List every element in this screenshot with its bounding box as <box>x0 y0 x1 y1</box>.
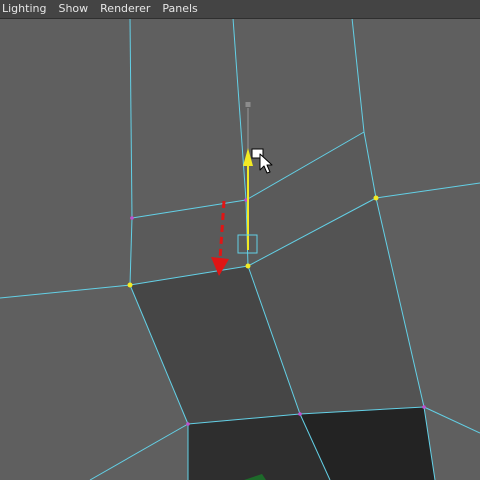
menu-bar: Lighting Show Renderer Panels <box>0 0 480 19</box>
menu-show[interactable]: Show <box>52 0 94 18</box>
vertex[interactable] <box>130 216 134 220</box>
vertex-selected[interactable] <box>127 282 133 288</box>
vertex[interactable] <box>186 422 190 426</box>
menu-lighting[interactable]: Lighting <box>0 0 52 18</box>
manipulator-axis-tip[interactable] <box>245 102 251 107</box>
vertex-selected[interactable] <box>245 263 251 269</box>
menu-renderer[interactable]: Renderer <box>94 0 156 18</box>
3d-viewport[interactable] <box>0 18 480 480</box>
mouse-cursor-icon <box>251 148 273 174</box>
vertex[interactable] <box>298 412 302 416</box>
menu-panels[interactable]: Panels <box>156 0 203 18</box>
vertex[interactable] <box>422 405 426 409</box>
vertex-selected[interactable] <box>373 195 379 201</box>
